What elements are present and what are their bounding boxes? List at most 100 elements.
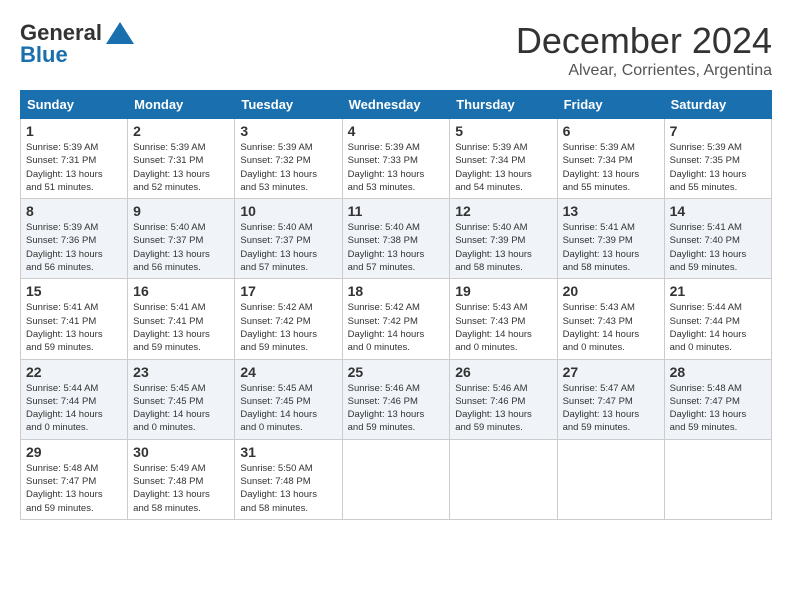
logo-arrow-icon: [106, 22, 134, 44]
day-number: 6: [563, 123, 659, 139]
day-number: 31: [240, 444, 336, 460]
calendar-cell: 1Sunrise: 5:39 AMSunset: 7:31 PMDaylight…: [21, 119, 128, 199]
day-info: Sunrise: 5:40 AMSunset: 7:39 PMDaylight:…: [455, 221, 551, 274]
day-number: 5: [455, 123, 551, 139]
calendar-cell: [664, 439, 771, 519]
day-number: 17: [240, 283, 336, 299]
day-number: 11: [348, 203, 445, 219]
day-info: Sunrise: 5:39 AMSunset: 7:35 PMDaylight:…: [670, 141, 766, 194]
day-number: 25: [348, 364, 445, 380]
day-number: 28: [670, 364, 766, 380]
col-header-monday: Monday: [128, 91, 235, 119]
day-number: 29: [26, 444, 122, 460]
day-number: 24: [240, 364, 336, 380]
day-info: Sunrise: 5:43 AMSunset: 7:43 PMDaylight:…: [563, 301, 659, 354]
calendar-cell: [342, 439, 450, 519]
day-number: 26: [455, 364, 551, 380]
col-header-saturday: Saturday: [664, 91, 771, 119]
calendar-cell: 5 Sunrise: 5:39 AMSunset: 7:34 PMDaylight…: [450, 119, 557, 199]
day-info: Sunrise: 5:45 AMSunset: 7:45 PMDaylight:…: [133, 382, 229, 435]
day-info: Sunrise: 5:50 AMSunset: 7:48 PMDaylight:…: [240, 462, 336, 515]
day-info: Sunrise: 5:46 AMSunset: 7:46 PMDaylight:…: [455, 382, 551, 435]
col-header-tuesday: Tuesday: [235, 91, 342, 119]
day-info: Sunrise: 5:46 AMSunset: 7:46 PMDaylight:…: [348, 382, 445, 435]
day-number: 10: [240, 203, 336, 219]
calendar-table: SundayMondayTuesdayWednesdayThursdayFrid…: [20, 90, 772, 520]
day-info: Sunrise: 5:41 AMSunset: 7:39 PMDaylight:…: [563, 221, 659, 274]
day-info: Sunrise: 5:40 AMSunset: 7:37 PMDaylight:…: [240, 221, 336, 274]
day-info: Sunrise: 5:42 AMSunset: 7:42 PMDaylight:…: [240, 301, 336, 354]
day-number: 7: [670, 123, 766, 139]
day-info: Sunrise: 5:39 AMSunset: 7:33 PMDaylight:…: [348, 141, 445, 194]
calendar-cell: 2Sunrise: 5:39 AMSunset: 7:31 PMDaylight…: [128, 119, 235, 199]
calendar-cell: 4 Sunrise: 5:39 AMSunset: 7:33 PMDaylight…: [342, 119, 450, 199]
day-info: Sunrise: 5:39 AMSunset: 7:32 PMDaylight:…: [240, 141, 336, 194]
day-info: Sunrise: 5:43 AMSunset: 7:43 PMDaylight:…: [455, 301, 551, 354]
location-subtitle: Alvear, Corrientes, Argentina: [516, 62, 772, 80]
calendar-header-row: SundayMondayTuesdayWednesdayThursdayFrid…: [21, 91, 772, 119]
day-info: Sunrise: 5:41 AMSunset: 7:41 PMDaylight:…: [26, 301, 122, 354]
day-number: 1: [26, 123, 122, 139]
day-info: Sunrise: 5:44 AMSunset: 7:44 PMDaylight:…: [670, 301, 766, 354]
day-info: Sunrise: 5:42 AMSunset: 7:42 PMDaylight:…: [348, 301, 445, 354]
logo-blue: Blue: [20, 42, 68, 68]
logo: General Blue: [20, 20, 134, 68]
calendar-cell: 20 Sunrise: 5:43 AMSunset: 7:43 PMDayligh…: [557, 279, 664, 359]
day-number: 4: [348, 123, 445, 139]
calendar-cell: 23 Sunrise: 5:45 AMSunset: 7:45 PMDayligh…: [128, 359, 235, 439]
day-number: 14: [670, 203, 766, 219]
calendar-week-3: 15 Sunrise: 5:41 AMSunset: 7:41 PMDayligh…: [21, 279, 772, 359]
day-info: Sunrise: 5:48 AMSunset: 7:47 PMDaylight:…: [670, 382, 766, 435]
day-info: Sunrise: 5:40 AMSunset: 7:38 PMDaylight:…: [348, 221, 445, 274]
calendar-cell: [450, 439, 557, 519]
day-number: 16: [133, 283, 229, 299]
calendar-week-2: 8 Sunrise: 5:39 AMSunset: 7:36 PMDaylight…: [21, 199, 772, 279]
day-info: Sunrise: 5:49 AMSunset: 7:48 PMDaylight:…: [133, 462, 229, 515]
col-header-sunday: Sunday: [21, 91, 128, 119]
day-number: 3: [240, 123, 336, 139]
calendar-cell: 14Sunrise: 5:41 AMSunset: 7:40 PMDayligh…: [664, 199, 771, 279]
calendar-cell: 8 Sunrise: 5:39 AMSunset: 7:36 PMDaylight…: [21, 199, 128, 279]
col-header-friday: Friday: [557, 91, 664, 119]
calendar-cell: 9Sunrise: 5:40 AMSunset: 7:37 PMDaylight…: [128, 199, 235, 279]
day-info: Sunrise: 5:44 AMSunset: 7:44 PMDaylight:…: [26, 382, 122, 435]
day-info: Sunrise: 5:39 AMSunset: 7:34 PMDaylight:…: [455, 141, 551, 194]
page-header: General Blue December 2024 Alvear, Corri…: [20, 20, 772, 80]
calendar-cell: 17 Sunrise: 5:42 AMSunset: 7:42 PMDayligh…: [235, 279, 342, 359]
day-info: Sunrise: 5:39 AMSunset: 7:36 PMDaylight:…: [26, 221, 122, 274]
col-header-thursday: Thursday: [450, 91, 557, 119]
calendar-cell: 13Sunrise: 5:41 AMSunset: 7:39 PMDayligh…: [557, 199, 664, 279]
day-number: 18: [348, 283, 445, 299]
calendar-cell: 16 Sunrise: 5:41 AMSunset: 7:41 PMDayligh…: [128, 279, 235, 359]
calendar-cell: 21 Sunrise: 5:44 AMSunset: 7:44 PMDayligh…: [664, 279, 771, 359]
day-number: 15: [26, 283, 122, 299]
calendar-cell: 6 Sunrise: 5:39 AMSunset: 7:34 PMDaylight…: [557, 119, 664, 199]
day-number: 30: [133, 444, 229, 460]
day-info: Sunrise: 5:45 AMSunset: 7:45 PMDaylight:…: [240, 382, 336, 435]
calendar-cell: 11 Sunrise: 5:40 AMSunset: 7:38 PMDayligh…: [342, 199, 450, 279]
calendar-cell: [557, 439, 664, 519]
day-number: 23: [133, 364, 229, 380]
day-info: Sunrise: 5:39 AMSunset: 7:34 PMDaylight:…: [563, 141, 659, 194]
month-title: December 2024: [516, 20, 772, 62]
day-info: Sunrise: 5:41 AMSunset: 7:41 PMDaylight:…: [133, 301, 229, 354]
calendar-cell: 7 Sunrise: 5:39 AMSunset: 7:35 PMDaylight…: [664, 119, 771, 199]
calendar-cell: 30 Sunrise: 5:49 AMSunset: 7:48 PMDayligh…: [128, 439, 235, 519]
calendar-cell: 22Sunrise: 5:44 AMSunset: 7:44 PMDayligh…: [21, 359, 128, 439]
day-number: 20: [563, 283, 659, 299]
calendar-cell: 19 Sunrise: 5:43 AMSunset: 7:43 PMDayligh…: [450, 279, 557, 359]
calendar-cell: 28 Sunrise: 5:48 AMSunset: 7:47 PMDayligh…: [664, 359, 771, 439]
col-header-wednesday: Wednesday: [342, 91, 450, 119]
title-block: December 2024 Alvear, Corrientes, Argent…: [516, 20, 772, 80]
calendar-week-5: 29Sunrise: 5:48 AMSunset: 7:47 PMDayligh…: [21, 439, 772, 519]
day-number: 12: [455, 203, 551, 219]
calendar-cell: 24 Sunrise: 5:45 AMSunset: 7:45 PMDayligh…: [235, 359, 342, 439]
calendar-cell: 25 Sunrise: 5:46 AMSunset: 7:46 PMDayligh…: [342, 359, 450, 439]
calendar-cell: 29Sunrise: 5:48 AMSunset: 7:47 PMDayligh…: [21, 439, 128, 519]
day-number: 19: [455, 283, 551, 299]
day-number: 21: [670, 283, 766, 299]
calendar-cell: 10 Sunrise: 5:40 AMSunset: 7:37 PMDayligh…: [235, 199, 342, 279]
day-number: 8: [26, 203, 122, 219]
calendar-week-4: 22Sunrise: 5:44 AMSunset: 7:44 PMDayligh…: [21, 359, 772, 439]
day-number: 9: [133, 203, 229, 219]
